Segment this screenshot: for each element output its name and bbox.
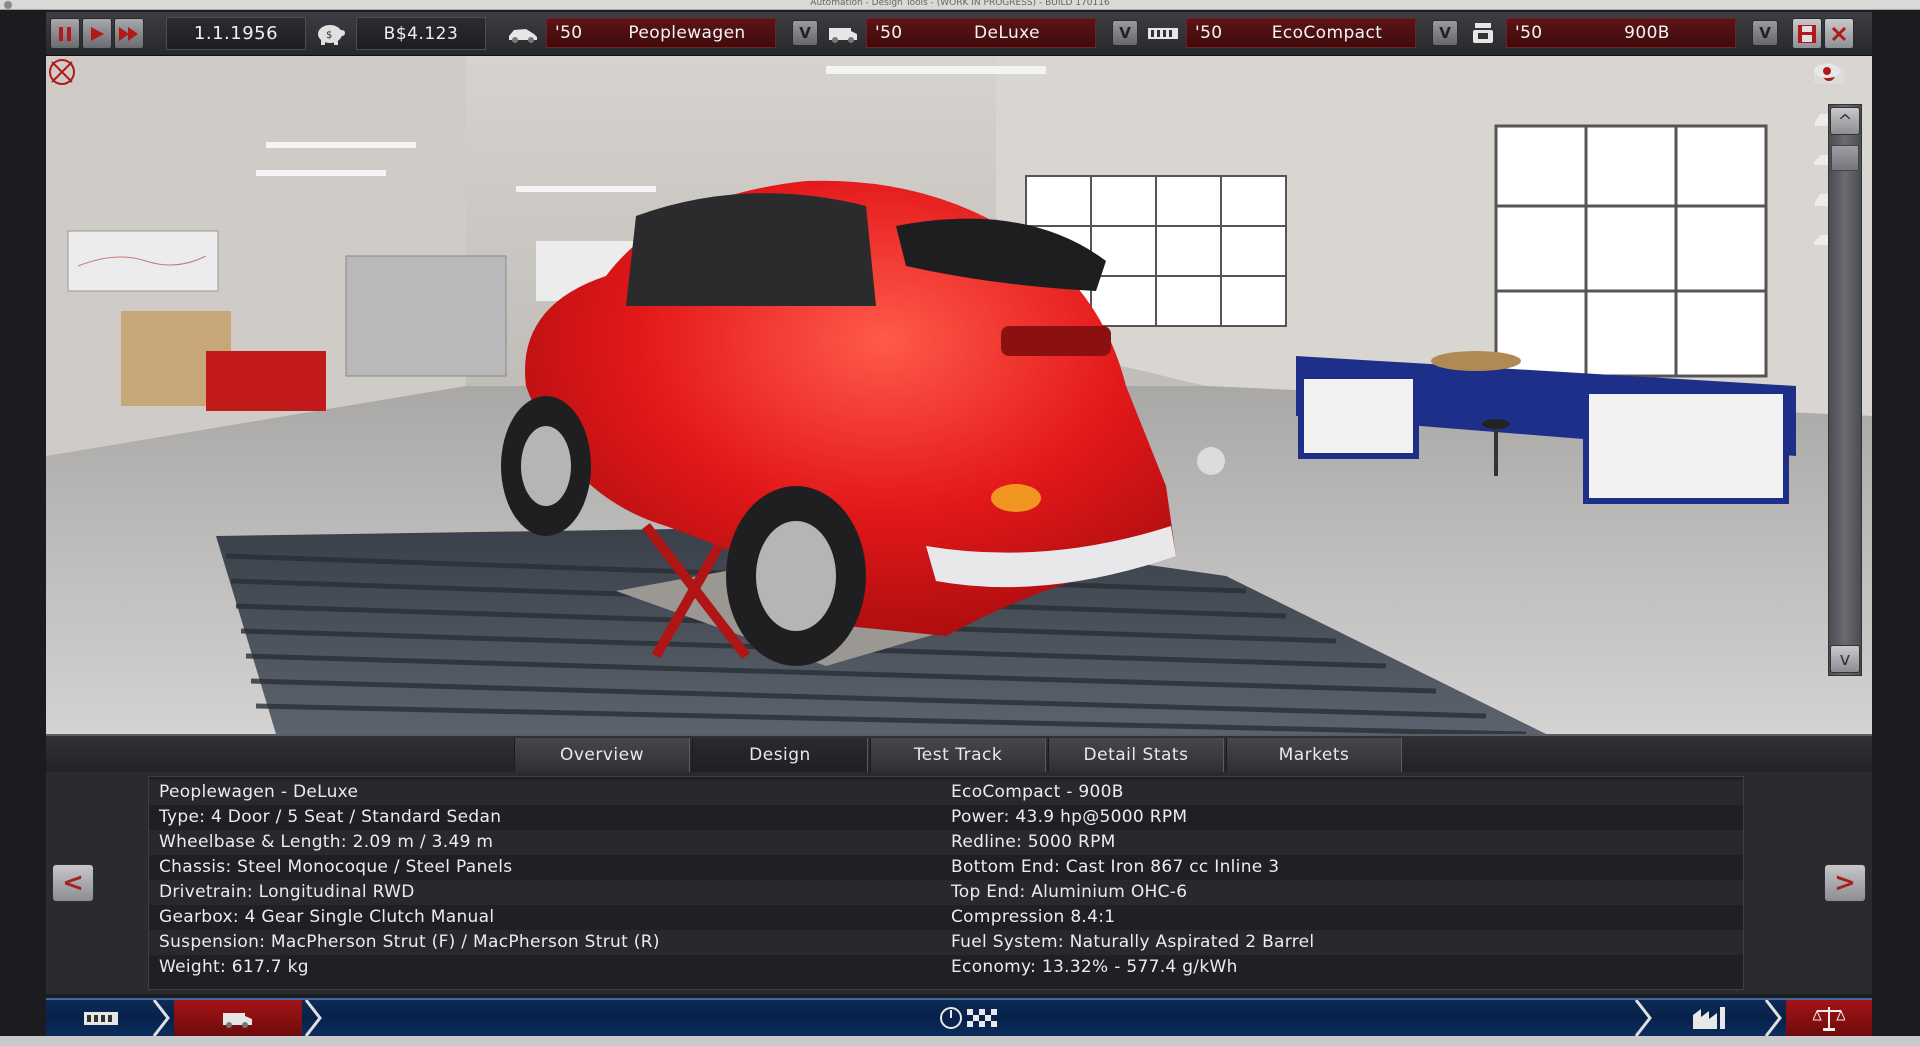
- car-trim-icon: [826, 20, 860, 46]
- tab-test-track[interactable]: Test Track: [870, 738, 1046, 772]
- stats-area: < Peoplewagen - DeLuxe Type: 4 Door / 5 …: [46, 772, 1872, 994]
- chevron-right-icon: [1764, 1000, 1782, 1036]
- view-scrollbar[interactable]: ^ v: [1828, 104, 1862, 676]
- engine-variant-name: 900B: [1624, 23, 1670, 43]
- visibility-eye-icon[interactable]: [1812, 62, 1842, 80]
- chevron-right-icon: [304, 1000, 322, 1036]
- engine-variant-selector[interactable]: '50 900B: [1506, 18, 1736, 48]
- engine-designer-nav[interactable]: [46, 1000, 156, 1036]
- fast-forward-button[interactable]: [114, 18, 144, 49]
- factory-icon: [1693, 1007, 1725, 1029]
- engine-variant-icon: [1466, 20, 1500, 46]
- engine-nav-icon: [84, 1012, 118, 1025]
- save-button[interactable]: [1792, 18, 1822, 49]
- model-name: Peoplewagen: [628, 23, 746, 43]
- balance-scale-icon: [1813, 1007, 1845, 1031]
- window-right: [1494, 124, 1768, 378]
- garage-scene: [46, 56, 1872, 734]
- car-chassis-icon: [506, 20, 540, 46]
- car-stat-type: Type: 4 Door / 5 Seat / Standard Sedan: [159, 807, 502, 827]
- factory-nav[interactable]: [1656, 1000, 1766, 1036]
- checkered-flag-icon: [940, 1007, 997, 1029]
- trim-selector[interactable]: '50 DeLuxe: [866, 18, 1096, 48]
- car-stat-chassis: Chassis: Steel Monocoque / Steel Panels: [159, 857, 513, 877]
- piggy-bank-icon: $: [314, 20, 348, 46]
- play-button[interactable]: [82, 18, 112, 49]
- car-stat-weight: Weight: 617.7 kg: [159, 957, 309, 977]
- car-viewport[interactable]: ^ v: [46, 56, 1872, 734]
- window-title: Automation - Design Tools - (WORK IN PRO…: [810, 0, 1110, 8]
- engine-stat-power: Power: 43.9 hp@5000 RPM: [951, 807, 1188, 827]
- car-stat-wheelbase: Wheelbase & Length: 2.09 m / 3.49 m: [159, 832, 494, 852]
- market-comparison-nav[interactable]: [1786, 1000, 1872, 1036]
- engine-family-selector[interactable]: '50 EcoCompact: [1186, 18, 1416, 48]
- reset-view-icon[interactable]: [46, 56, 78, 88]
- engine-family-dropdown-button[interactable]: V: [1432, 20, 1458, 46]
- pause-button[interactable]: [50, 18, 80, 49]
- play-icon: [91, 26, 104, 41]
- scroll-up-button[interactable]: ^: [1830, 107, 1860, 135]
- trim-year: '50: [875, 23, 903, 43]
- chevron-right-icon: [152, 1000, 170, 1036]
- engine-stat-economy: Economy: 13.32% - 577.4 g/kWh: [951, 957, 1238, 977]
- car-stat-gearbox: Gearbox: 4 Gear Single Clutch Manual: [159, 907, 495, 927]
- engine-stat-redline: Redline: 5000 RPM: [951, 832, 1116, 852]
- scroll-thumb[interactable]: [1831, 145, 1859, 171]
- model-selector[interactable]: '50 Peoplewagen: [546, 18, 776, 48]
- engine-family-year: '50: [1195, 23, 1223, 43]
- prev-button[interactable]: <: [52, 864, 94, 902]
- close-icon: [1831, 26, 1847, 41]
- model-dropdown-button[interactable]: V: [792, 20, 818, 46]
- engine-variant-year: '50: [1515, 23, 1543, 43]
- engine-stat-bottom-end: Bottom End: Cast Iron 867 cc Inline 3: [951, 857, 1280, 877]
- engine-variant-dropdown-button[interactable]: V: [1752, 20, 1778, 46]
- car-stat-drivetrain: Drivetrain: Longitudinal RWD: [159, 882, 415, 902]
- tab-bar: Overview Design Test Track Detail Stats …: [46, 734, 1872, 772]
- scroll-down-button[interactable]: v: [1830, 645, 1860, 673]
- engine-family-icon: [1146, 20, 1180, 46]
- trim-dropdown-button[interactable]: V: [1112, 20, 1138, 46]
- close-button[interactable]: [1824, 18, 1854, 49]
- car-nav-icon: [223, 1013, 252, 1028]
- tab-design[interactable]: Design: [692, 738, 868, 772]
- engine-stat-fuel-system: Fuel System: Naturally Aspirated 2 Barre…: [951, 932, 1315, 952]
- trim-name: DeLuxe: [974, 23, 1040, 43]
- chevron-right-icon: [1634, 1000, 1652, 1036]
- window-titlebar: Automation - Design Tools - (WORK IN PRO…: [0, 0, 1920, 10]
- window-bottom-edge: [0, 1036, 1920, 1046]
- tab-markets[interactable]: Markets: [1226, 738, 1402, 772]
- car-stat-suspension: Suspension: MacPherson Strut (F) / MacPh…: [159, 932, 660, 952]
- engine-family-name: EcoCompact: [1271, 23, 1383, 43]
- model-year: '50: [555, 23, 583, 43]
- engine-stat-compression: Compression 8.4:1: [951, 907, 1116, 927]
- save-icon: [1798, 24, 1816, 43]
- bottom-nav: [46, 998, 1872, 1036]
- fast-forward-icon: [119, 26, 138, 41]
- engine-stat-top-end: Top End: Aluminium OHC-6: [951, 882, 1188, 902]
- tab-detail-stats[interactable]: Detail Stats: [1048, 738, 1224, 772]
- engine-stat-name: EcoCompact - 900B: [951, 782, 1124, 802]
- test-track-nav[interactable]: [936, 1000, 1006, 1036]
- summary-panel: Peoplewagen - DeLuxe Type: 4 Door / 5 Se…: [148, 776, 1744, 990]
- tab-overview[interactable]: Overview: [514, 738, 690, 772]
- top-toolbar: 1.1.1956 $ B$4.123 '50 Peoplewagen V '50…: [46, 12, 1872, 56]
- money-display: B$4.123: [356, 17, 486, 50]
- svg-text:$: $: [326, 30, 332, 41]
- next-button[interactable]: >: [1824, 864, 1866, 902]
- pause-icon: [59, 26, 71, 41]
- car-stat-name: Peoplewagen - DeLuxe: [159, 782, 359, 802]
- car-designer-nav[interactable]: [174, 1000, 302, 1036]
- game-date: 1.1.1956: [166, 17, 306, 50]
